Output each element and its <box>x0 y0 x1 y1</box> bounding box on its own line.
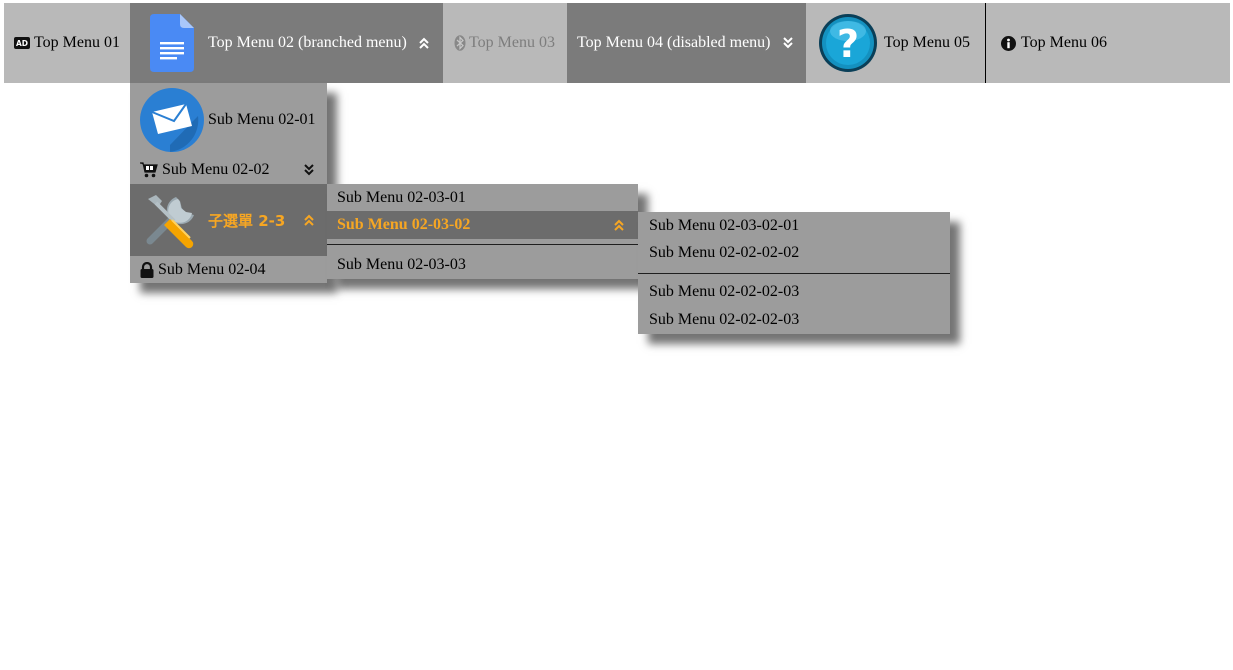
submenu-02: Sub Menu 02-01 Sub Menu 02-02 子選單 2-3 Su… <box>130 83 327 283</box>
chevrons-up-icon <box>304 214 314 226</box>
chevrons-up-icon <box>419 37 429 49</box>
mail-icon <box>140 87 204 152</box>
help-icon: ? <box>818 13 878 73</box>
submenu-label: 子選單 2-3 <box>208 211 286 230</box>
submenu-item-02-02-02-03-b[interactable]: Sub Menu 02-02-02-03 <box>638 306 950 333</box>
submenu-item-02-02[interactable]: Sub Menu 02-02 <box>130 156 327 184</box>
cart-icon <box>140 162 158 178</box>
submenu-item-02-03-01[interactable]: Sub Menu 02-03-01 <box>327 184 638 211</box>
top-menu-item-02[interactable]: Top Menu 02 (branched menu) <box>130 3 443 83</box>
top-menu-label: Top Menu 06 <box>1021 34 1107 51</box>
lock-icon <box>140 261 154 278</box>
top-menu-item-03[interactable]: Top Menu 03 <box>443 3 567 83</box>
submenu-item-02-04[interactable]: Sub Menu 02-04 <box>130 256 327 283</box>
top-menu-item-01[interactable]: AD Top Menu 01 <box>4 3 130 83</box>
submenu-label: Sub Menu 02-03-02-01 <box>649 216 800 234</box>
top-menu-item-06[interactable]: Top Menu 06 <box>986 3 1146 83</box>
submenu-label: Sub Menu 02-02-02-02 <box>649 244 800 261</box>
submenu-label: Sub Menu 02-03-02 <box>337 216 471 233</box>
top-menu-label: Top Menu 03 <box>469 34 555 51</box>
submenu-item-02-01[interactable]: Sub Menu 02-01 <box>130 83 327 156</box>
chevrons-down-icon <box>304 164 314 176</box>
bluetooth-icon <box>454 35 466 51</box>
ad-icon: AD <box>14 37 30 49</box>
chevrons-up-icon <box>614 219 624 231</box>
tools-icon <box>140 189 202 251</box>
submenu-item-02-03-02-01[interactable]: Sub Menu 02-03-02-01 <box>638 212 950 239</box>
top-menu-bar: AD Top Menu 01 Top Menu 02 (branched men… <box>4 3 1230 83</box>
submenu-label: Sub Menu 02-03-03 <box>337 255 466 273</box>
top-menu-item-04[interactable]: Top Menu 04 (disabled menu) <box>567 3 806 83</box>
submenu-item-02-03[interactable]: 子選單 2-3 <box>130 184 327 256</box>
google-docs-icon <box>150 14 194 72</box>
svg-text:AD: AD <box>16 39 28 48</box>
menu-divider <box>638 273 950 274</box>
submenu-item-02-03-03[interactable]: Sub Menu 02-03-03 <box>327 250 638 279</box>
submenu-02-03: Sub Menu 02-03-01 Sub Menu 02-03-02 Sub … <box>327 184 638 279</box>
submenu-label: Sub Menu 02-03-01 <box>337 188 466 206</box>
menu-divider <box>327 244 638 245</box>
svg-text:?: ? <box>837 22 859 66</box>
submenu-item-02-03-02[interactable]: Sub Menu 02-03-02 <box>327 211 638 239</box>
submenu-label: Sub Menu 02-01 <box>208 110 316 128</box>
submenu-item-02-02-02-03[interactable]: Sub Menu 02-02-02-03 <box>638 278 950 306</box>
submenu-label: Sub Menu 02-02-02-03 <box>649 283 800 300</box>
top-menu-item-05[interactable]: ? Top Menu 05 <box>806 3 986 83</box>
submenu-item-02-02-02-02[interactable]: Sub Menu 02-02-02-02 <box>638 239 950 267</box>
submenu-02-03-02: Sub Menu 02-03-02-01 Sub Menu 02-02-02-0… <box>638 212 950 334</box>
chevrons-down-icon <box>782 37 793 49</box>
submenu-label: Sub Menu 02-04 <box>158 260 266 278</box>
submenu-label: Sub Menu 02-02-02-03 <box>649 310 800 328</box>
info-icon <box>1001 35 1016 51</box>
top-menu-label: Top Menu 02 (branched menu) <box>208 34 407 51</box>
top-menu-label: Top Menu 01 <box>34 34 120 51</box>
submenu-label: Sub Menu 02-02 <box>162 161 270 178</box>
top-menu-label: Top Menu 05 <box>884 34 970 51</box>
top-menu-label: Top Menu 04 (disabled menu) <box>577 34 771 51</box>
